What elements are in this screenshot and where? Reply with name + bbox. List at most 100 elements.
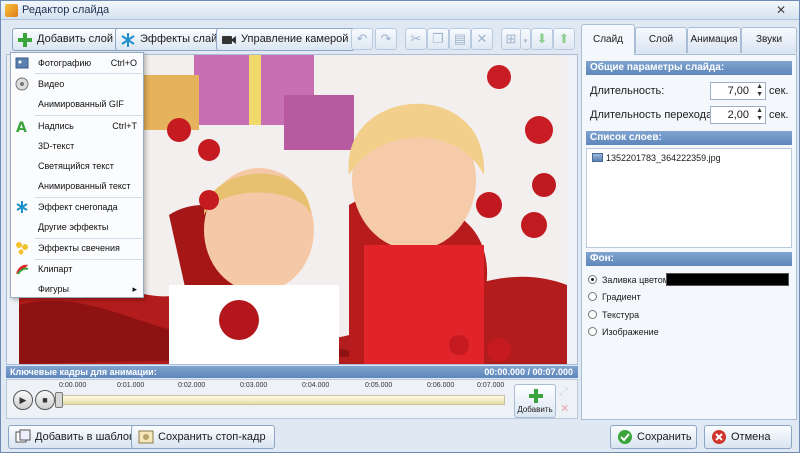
- delete-icon: ✕: [476, 31, 488, 46]
- radio-image[interactable]: Изображение: [588, 326, 659, 338]
- expand-icon[interactable]: ⤢: [559, 386, 568, 399]
- clipart-icon: [16, 264, 29, 275]
- menu-item-photo[interactable]: Фотографию Ctrl+O: [11, 53, 143, 73]
- menu-item-text[interactable]: A Надпись Ctrl+T: [11, 116, 143, 136]
- tab-bar: Слайд Слой Анимация Звуки: [581, 24, 797, 55]
- menu-item-video[interactable]: Видео: [11, 74, 143, 94]
- tick-label: 0:01.000: [117, 382, 145, 389]
- radio-icon: [588, 292, 597, 301]
- menu-item-other-effects[interactable]: Другие эффекты: [11, 217, 143, 237]
- duration-label: Длительность:: [590, 85, 665, 97]
- menu-item-snowfall-effect-label: Эффект снегопада: [38, 202, 118, 212]
- menu-item-text-shortcut: Ctrl+T: [112, 121, 137, 131]
- timeline: ▶ ■ 0:00.000 0:01.000 0:02.000 0:03.000 …: [6, 379, 578, 419]
- camera-control-button[interactable]: Управление камерой: [216, 28, 356, 51]
- undo-button[interactable]: ↶: [351, 28, 373, 50]
- grid-button[interactable]: ⊞: [501, 28, 521, 50]
- tick-label: 0:06.000: [427, 382, 455, 389]
- paste-button[interactable]: ▤: [449, 28, 471, 50]
- menu-item-animated-text[interactable]: Анимированный текст: [11, 176, 143, 196]
- app-icon: [5, 4, 18, 17]
- menu-item-clipart[interactable]: Клипарт: [11, 259, 143, 279]
- tab-slide[interactable]: Слайд: [581, 24, 635, 55]
- playhead-handle[interactable]: [55, 392, 63, 408]
- layer-item[interactable]: 1352201783_364222359.jpg: [592, 153, 721, 163]
- move-down-button[interactable]: ⬇: [531, 28, 553, 50]
- radio-image-label: Изображение: [602, 327, 659, 337]
- add-to-templates-label: Добавить в шаблоны: [35, 431, 143, 443]
- snowflake-icon: [16, 201, 28, 213]
- menu-item-3d-text[interactable]: 3D-текст: [11, 136, 143, 156]
- play-icon: ▶: [19, 395, 27, 405]
- menu-item-glow-effects[interactable]: Эффекты свечения: [11, 238, 143, 258]
- tick-label: 0:00.000: [59, 382, 87, 389]
- cancel-icon: [712, 430, 726, 444]
- radio-texture-label: Текстура: [602, 310, 640, 320]
- menu-item-snowfall-effect[interactable]: Эффект снегопада: [11, 197, 143, 217]
- timeline-track[interactable]: [59, 395, 505, 405]
- stop-icon: ■: [42, 395, 48, 405]
- save-button[interactable]: Сохранить: [610, 425, 697, 449]
- camera-control-label: Управление камерой: [241, 33, 349, 45]
- text-icon: A: [16, 120, 27, 133]
- frame-icon: [138, 430, 154, 444]
- menu-item-animated-gif[interactable]: Анимированный GIF: [11, 94, 143, 114]
- transition-spinner[interactable]: 2,00 ▲ ▼: [710, 106, 766, 124]
- menu-item-photo-label: Фотографию: [38, 58, 92, 68]
- tab-animation[interactable]: Анимация: [687, 27, 741, 53]
- radio-fill-color-label: Заливка цветом: [602, 275, 669, 285]
- plus-icon: [529, 389, 543, 403]
- radio-texture[interactable]: Текстура: [588, 309, 639, 321]
- radio-icon: [588, 327, 597, 336]
- keyframes-time: 00:00.000 / 00:07.000: [484, 367, 573, 377]
- play-button[interactable]: ▶: [13, 390, 33, 410]
- copy-icon: ❐: [432, 31, 444, 46]
- check-icon: [618, 430, 632, 444]
- spinner-arrows-icon[interactable]: ▲ ▼: [756, 83, 763, 99]
- radio-gradient[interactable]: Градиент: [588, 291, 641, 303]
- delete-keyframe-icon[interactable]: ✕: [560, 402, 569, 415]
- save-frame-button[interactable]: Сохранить стоп-кадр: [131, 425, 275, 449]
- layer-file-name: 1352201783_364222359.jpg: [606, 153, 721, 163]
- layers-header: Список слоев:: [586, 131, 792, 145]
- slide-properties-panel: Общие параметры слайда: Длительность: 7,…: [581, 54, 797, 420]
- duration-spinner[interactable]: 7,00 ▲ ▼: [710, 82, 766, 100]
- menu-item-clipart-label: Клипарт: [38, 264, 73, 274]
- menu-item-glowing-text-label: Светящийся текст: [38, 161, 114, 171]
- grid-dropdown[interactable]: ▾: [521, 28, 531, 50]
- cancel-button[interactable]: Отмена: [704, 425, 792, 449]
- submenu-arrow-icon: ▸: [132, 284, 137, 294]
- save-label: Сохранить: [637, 431, 692, 443]
- redo-icon: ↷: [380, 31, 392, 46]
- cut-button[interactable]: ✂: [405, 28, 427, 50]
- redo-button[interactable]: ↷: [375, 28, 397, 50]
- chevron-down-icon: ▾: [523, 38, 528, 45]
- grid-icon: ⊞: [505, 31, 517, 46]
- menu-item-shapes[interactable]: Фигуры ▸: [11, 279, 143, 299]
- video-icon: [15, 77, 29, 91]
- menu-item-text-label: Надпись: [38, 121, 74, 131]
- svg-text:A: A: [16, 120, 27, 133]
- menu-item-video-label: Видео: [38, 79, 65, 89]
- templates-icon: [15, 429, 31, 443]
- camera-icon: [222, 36, 236, 44]
- menu-item-glowing-text[interactable]: Светящийся текст: [11, 156, 143, 176]
- tab-layer[interactable]: Слой: [635, 27, 687, 53]
- tab-sounds[interactable]: Звуки: [741, 27, 797, 53]
- radio-fill-color[interactable]: Заливка цветом: [588, 274, 669, 286]
- add-keyframe-button[interactable]: Добавить: [514, 384, 556, 418]
- move-up-button[interactable]: ⬆: [553, 28, 575, 50]
- add-layer-button[interactable]: Добавить слой: [12, 28, 120, 51]
- fill-color-swatch[interactable]: [666, 273, 789, 286]
- close-window-button[interactable]: ✕: [769, 2, 793, 18]
- menu-item-photo-shortcut: Ctrl+O: [110, 58, 137, 68]
- copy-button[interactable]: ❐: [427, 28, 449, 50]
- stop-button[interactable]: ■: [35, 390, 55, 410]
- add-layer-menu: Фотографию Ctrl+O Видео Анимированный GI…: [10, 52, 144, 298]
- arrow-down-icon: ⬇: [536, 31, 548, 46]
- radio-icon: [588, 310, 597, 319]
- menu-item-shapes-label: Фигуры: [38, 284, 70, 294]
- timeline-ruler[interactable]: 0:00.000 0:01.000 0:02.000 0:03.000 0:04…: [55, 382, 505, 416]
- spinner-arrows-icon[interactable]: ▲ ▼: [756, 107, 763, 123]
- delete-button[interactable]: ✕: [471, 28, 493, 50]
